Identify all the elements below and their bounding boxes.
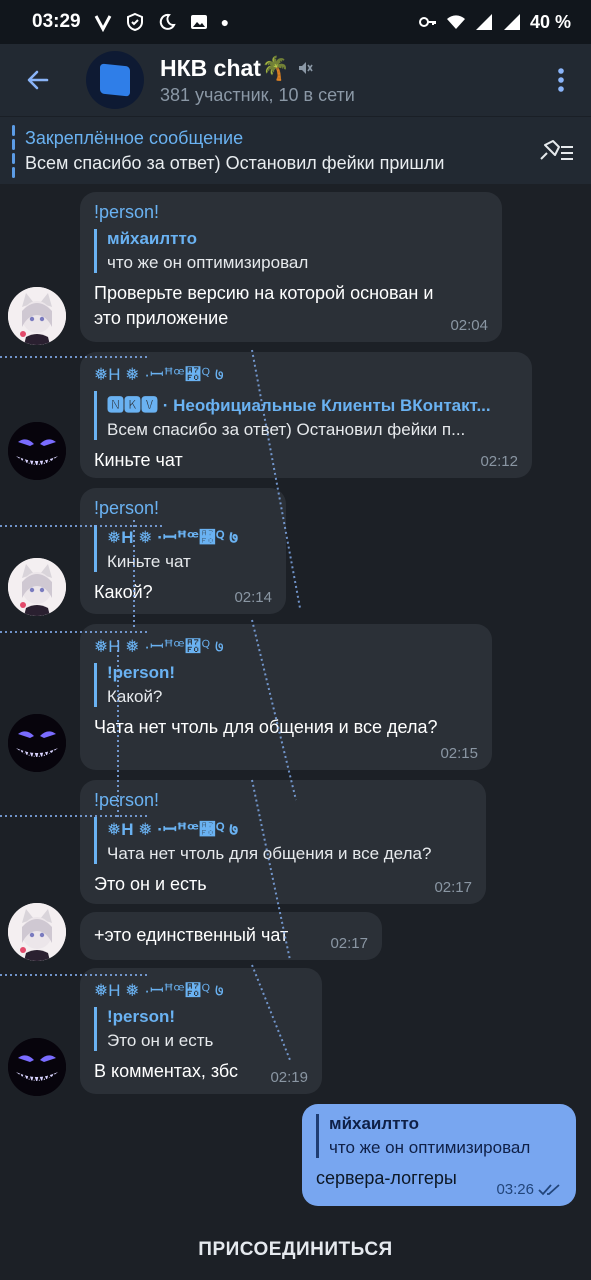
message-time: 02:04 [450,317,488,334]
reply-text: Чата нет чтоль для общения и все дела? [107,844,432,863]
pin-indicator [12,125,15,178]
chat-header: НКВ chat🌴 381 участник, 10 в сети [0,44,591,116]
reply-quote[interactable]: !person! Какой? [94,663,478,707]
battery-level: 40 % [529,11,571,32]
message-time: 02:14 [234,589,272,606]
avatar[interactable] [8,714,66,772]
message-time: 02:17 [330,935,368,952]
sender-name[interactable]: ❅Н ❅ ·ꟷꟸꟹ꟰ꟴ ७ [94,362,518,385]
pinned-text: Всем спасибо за ответ) Остановил фейки п… [25,152,445,173]
pinned-title: Закреплённое сообщение [25,127,244,148]
muted-icon [298,62,313,74]
pinned-message-bar[interactable]: Закреплённое сообщение Всем спасибо за о… [0,116,591,184]
reply-text: Это он и есть [107,1031,214,1050]
message-text: Киньте чат [94,450,183,470]
message-text: Это он и есть [94,874,207,894]
more-menu-button[interactable] [531,44,591,116]
reply-quote[interactable]: ❅Н ❅ ·ꟷꟸꟹ꟰ꟴ ७ Киньте чат [94,525,272,572]
signal-icon [475,14,492,30]
message-time: 02:15 [440,745,478,762]
avatar[interactable] [8,903,66,961]
pin-list-icon[interactable] [537,137,575,167]
reply-name: мйхаилтто [329,1114,419,1133]
reply-text: что же он оптимизировал [107,253,309,272]
message-bubble[interactable]: ❅Н ❅ ·ꟷꟸꟹ꟰ꟴ ७ 🅽🅺🆅 · Неофициальные Клиент… [80,352,532,478]
reply-quote[interactable]: мйхаилтто что же он оптимизировал [316,1114,562,1158]
message-time: 02:19 [270,1069,308,1086]
sender-name[interactable]: ❅Н ❅ ·ꟷꟸꟹ꟰ꟴ ७ [94,978,308,1001]
reply-name: 🅽🅺🆅 · Неофициальные Клиенты ВКонтакт... [107,396,491,415]
avatar[interactable] [8,287,66,345]
chat-title: НКВ chat🌴 [160,54,290,81]
reply-name: мйхаилтто [107,229,197,248]
join-button[interactable]: ПРИСОЕДИНИТЬСЯ [0,1220,591,1280]
arrow-left-icon [27,70,49,90]
reply-quote[interactable]: !person! Это он и есть [94,1007,308,1051]
chat-info[interactable]: НКВ chat🌴 381 участник, 10 в сети [160,55,355,106]
reply-quote[interactable]: 🅽🅺🆅 · Неофициальные Клиенты ВКонтакт... … [94,391,518,440]
reply-text: что же он оптимизировал [329,1138,531,1157]
reply-text: Какой? [107,687,163,706]
shield-icon [126,12,143,32]
double-check-icon [538,1183,560,1195]
message-bubble[interactable]: !person! мйхаилтто что же он оптимизиров… [80,192,502,342]
reply-quote[interactable]: мйхаилтто что же он оптимизировал [94,229,488,273]
message-bubble[interactable]: +это единственный чат 02:17 [80,912,382,960]
message-bubble[interactable]: !person! ❅Н ❅ ·ꟷꟸꟹ꟰ꟴ ७ Чата нет чтоль дл… [80,780,486,904]
sender-name[interactable]: !person! [94,498,272,519]
vpn-icon [94,15,111,32]
reply-name: !person! [107,1007,175,1026]
sender-name[interactable]: !person! [94,202,488,223]
image-icon [190,15,207,29]
message-bubble[interactable]: !person! ❅Н ❅ ·ꟷꟸꟹ꟰ꟴ ७ Киньте чат Какой?… [80,488,286,614]
reply-text: Всем спасибо за ответ) Остановил фейки п… [107,420,466,439]
message-time: 02:17 [434,879,472,896]
sender-name[interactable]: !person! [94,790,472,811]
reply-name: ❅Н ❅ ·ꟷꟸꟹ꟰ꟴ ७ [107,528,239,547]
message-bubble[interactable]: ❅Н ❅ ·ꟷꟸꟹ꟰ꟴ ७ !person! Какой? Чата нет ч… [80,624,492,770]
reply-name: ❅Н ❅ ·ꟷꟸꟹ꟰ꟴ ७ [107,820,239,839]
reply-name: !person! [107,663,175,682]
reply-quote[interactable]: ❅Н ❅ ·ꟷꟸꟹ꟰ꟴ ७ Чата нет чтоль для общения… [94,817,472,864]
chat-subtitle: 381 участник, 10 в сети [160,84,355,105]
message-time: 02:12 [480,453,518,470]
dots-vertical-icon [558,68,564,92]
moon-icon [159,13,176,30]
wifi-icon [446,15,465,29]
avatar[interactable] [8,1038,66,1096]
back-button[interactable] [0,44,76,116]
outgoing-message-bubble[interactable]: мйхаилтто что же он оптимизировал сервер… [302,1104,576,1206]
status-bar: 03:29 ● 40 % [0,0,591,44]
message-text: +это единственный чат [94,925,289,945]
key-icon [418,17,436,27]
avatar[interactable] [8,558,66,616]
sender-name[interactable]: ❅Н ❅ ·ꟷꟸꟹ꟰ꟴ ७ [94,634,478,657]
message-text: Чата нет чтоль для общения и все дела? [94,717,438,737]
reply-text: Киньте чат [107,552,191,571]
status-time: 03:29 [32,11,81,32]
chat-avatar[interactable] [86,51,144,109]
dot-icon: ● [220,14,230,30]
signal-icon [503,14,520,30]
message-time: 03:26 [496,1181,562,1198]
message-text: Проверьте версию на которой основан и это… [94,283,434,328]
avatar[interactable] [8,422,66,480]
message-bubble[interactable]: ❅Н ❅ ·ꟷꟸꟹ꟰ꟴ ७ !person! Это он и есть В к… [80,968,322,1094]
